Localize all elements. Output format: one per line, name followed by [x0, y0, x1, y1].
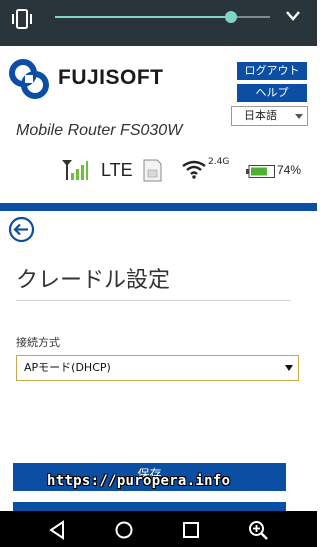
wifi-icon	[182, 160, 206, 179]
model-name: Mobile Router FS030W	[16, 122, 183, 139]
language-select[interactable]: 日本語	[231, 106, 308, 126]
sim-card-icon	[143, 159, 162, 182]
watermark-text: https://puropera.info	[47, 473, 231, 489]
back-arrow-icon[interactable]	[8, 216, 35, 243]
title-divider	[16, 300, 291, 301]
signal-bars-icon	[62, 160, 88, 180]
connection-method-select[interactable]: APモード(DHCP)	[16, 355, 299, 381]
zoom-in-icon[interactable]	[248, 520, 268, 540]
help-button[interactable]: ヘルプ	[237, 84, 307, 102]
connection-method-value: APモード(DHCP)	[24, 361, 111, 374]
battery-percent: 74%	[277, 163, 302, 177]
volume-slider[interactable]	[55, 11, 270, 23]
caret-down-icon	[295, 114, 303, 119]
volume-slider-thumb[interactable]	[225, 11, 238, 23]
language-select-value: 日本語	[244, 109, 277, 122]
volume-slider-fill	[55, 16, 232, 18]
navigation-bar	[0, 511, 317, 547]
caret-down-icon	[285, 365, 293, 371]
nav-back-icon[interactable]	[48, 520, 68, 540]
header-divider	[0, 203, 317, 211]
volume-panel	[0, 0, 317, 46]
nav-recents-icon[interactable]	[181, 520, 201, 540]
connection-method-label: 接続方式	[16, 336, 60, 349]
chevron-down-icon[interactable]	[284, 9, 302, 23]
wifi-band: 2.4G	[208, 157, 230, 167]
battery-icon	[246, 165, 275, 178]
nav-home-icon[interactable]	[114, 520, 134, 540]
logout-button[interactable]: ログアウト	[237, 62, 307, 80]
network-type: LTE	[101, 160, 133, 180]
vibrate-icon[interactable]	[10, 8, 34, 30]
fujisoft-logo-icon	[9, 59, 49, 99]
page-title: クレードル設定	[16, 268, 171, 293]
brand-name: FUJISOFT	[58, 66, 164, 89]
